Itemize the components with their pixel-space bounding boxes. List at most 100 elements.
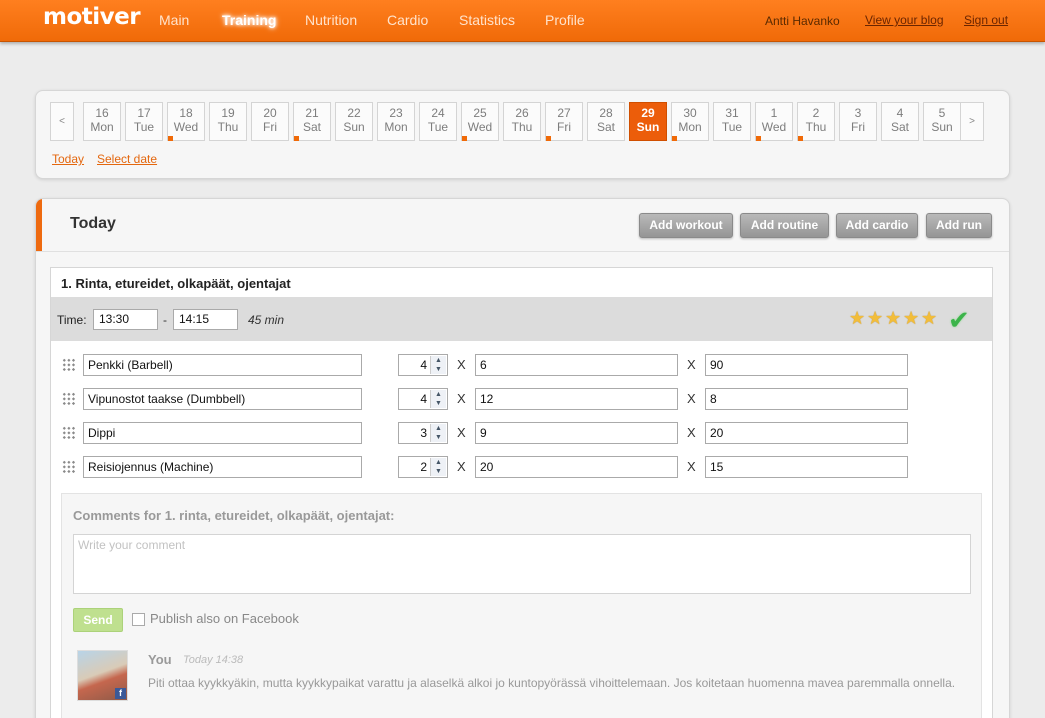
reps-input[interactable]: 6 [475, 354, 678, 376]
end-time-input[interactable]: 14:15 [173, 309, 238, 330]
day-number: 18 [179, 106, 193, 120]
sets-stepper[interactable]: 2 ▲ ▼ [398, 456, 448, 478]
day-number: 24 [431, 106, 445, 120]
check-icon[interactable]: ✔ [948, 305, 970, 336]
add-workout-button[interactable]: Add workout [639, 213, 733, 238]
day-17-tue[interactable]: 17 Tue [125, 102, 163, 141]
day-3-fri[interactable]: 3 Fri [839, 102, 877, 141]
view-blog-link[interactable]: View your blog [865, 13, 944, 27]
day-20-fri[interactable]: 20 Fri [251, 102, 289, 141]
start-time-input[interactable]: 13:30 [93, 309, 158, 330]
exercise-name-input[interactable]: Vipunostot taakse (Dumbbell) [83, 388, 362, 410]
add-cardio-button[interactable]: Add cardio [836, 213, 918, 238]
spin-down-icon[interactable]: ▼ [431, 433, 446, 442]
drag-handle-icon[interactable] [62, 358, 76, 372]
drag-handle-icon[interactable] [62, 460, 76, 474]
star-icon[interactable]: ★ [867, 308, 883, 329]
nav-cardio[interactable]: Cardio [387, 12, 428, 28]
day-number: 16 [95, 106, 109, 120]
day-2-thu[interactable]: 2 Thu [797, 102, 835, 141]
x-separator: X [687, 425, 696, 440]
spinner[interactable]: ▲ ▼ [430, 458, 446, 476]
motiver-logo[interactable]: motiver [43, 4, 141, 30]
day-1-wed[interactable]: 1 Wed [755, 102, 793, 141]
exercise-row: Vipunostot taakse (Dumbbell) 4 ▲ ▼ X 12 X 8 [51, 388, 992, 412]
workout-marker [798, 136, 803, 141]
add-run-button[interactable]: Add run [926, 213, 992, 238]
day-number: 1 [770, 106, 778, 120]
day-4-sat[interactable]: 4 Sat [881, 102, 919, 141]
drag-handle-icon[interactable] [62, 426, 76, 440]
star-icon[interactable]: ★ [921, 308, 937, 329]
day-5-sun[interactable]: 5 Sun [923, 102, 961, 141]
sign-out-link[interactable]: Sign out [964, 13, 1008, 27]
sets-stepper[interactable]: 3 ▲ ▼ [398, 422, 448, 444]
drag-handle-icon[interactable] [62, 392, 76, 406]
day-24-tue[interactable]: 24 Tue [419, 102, 457, 141]
day-27-fri[interactable]: 27 Fri [545, 102, 583, 141]
prev-days-button[interactable]: < [50, 102, 74, 141]
weight-input[interactable]: 15 [705, 456, 908, 478]
day-29-sun[interactable]: 29 Sun [629, 102, 667, 141]
day-name: Fri [557, 120, 571, 134]
facebook-checkbox[interactable] [132, 613, 145, 626]
day-22-sun[interactable]: 22 Sun [335, 102, 373, 141]
reps-input[interactable]: 12 [475, 388, 678, 410]
exercise-name-input[interactable]: Dippi [83, 422, 362, 444]
spin-down-icon[interactable]: ▼ [431, 365, 446, 374]
workout-marker [546, 136, 551, 141]
day-number: 28 [599, 106, 613, 120]
sets-stepper[interactable]: 4 ▲ ▼ [398, 354, 448, 376]
day-number: 31 [725, 106, 739, 120]
weight-input[interactable]: 20 [705, 422, 908, 444]
sets-stepper[interactable]: 4 ▲ ▼ [398, 388, 448, 410]
spinner[interactable]: ▲ ▼ [430, 356, 446, 374]
spin-down-icon[interactable]: ▼ [431, 467, 446, 476]
star-icon[interactable]: ★ [885, 308, 901, 329]
send-button[interactable]: Send [73, 608, 123, 632]
spinner[interactable]: ▲ ▼ [430, 424, 446, 442]
day-19-thu[interactable]: 19 Thu [209, 102, 247, 141]
day-26-thu[interactable]: 26 Thu [503, 102, 541, 141]
day-28-sat[interactable]: 28 Sat [587, 102, 625, 141]
spin-up-icon[interactable]: ▲ [431, 424, 446, 433]
exercise-name-input[interactable]: Reisiojennus (Machine) [83, 456, 362, 478]
reps-input[interactable]: 9 [475, 422, 678, 444]
day-31-tue[interactable]: 31 Tue [713, 102, 751, 141]
exercise-row: Dippi 3 ▲ ▼ X 9 X 20 [51, 422, 992, 446]
spinner[interactable]: ▲ ▼ [430, 390, 446, 408]
workout-card: 1. Rinta, etureidet, olkapäät, ojentajat… [50, 267, 993, 718]
x-separator: X [687, 391, 696, 406]
reps-input[interactable]: 20 [475, 456, 678, 478]
nav-statistics[interactable]: Statistics [459, 12, 515, 28]
spin-up-icon[interactable]: ▲ [431, 356, 446, 365]
nav-nutrition[interactable]: Nutrition [305, 12, 357, 28]
next-days-button[interactable]: > [960, 102, 984, 141]
star-icon[interactable]: ★ [903, 308, 919, 329]
star-icon[interactable]: ★ [849, 308, 865, 329]
workout-title[interactable]: 1. Rinta, etureidet, olkapäät, ojentajat [61, 276, 291, 291]
nav-training[interactable]: Training [222, 12, 276, 28]
day-25-wed[interactable]: 25 Wed [461, 102, 499, 141]
day-30-mon[interactable]: 30 Mon [671, 102, 709, 141]
comment-textarea[interactable]: Write your comment [73, 534, 971, 594]
spin-down-icon[interactable]: ▼ [431, 399, 446, 408]
day-18-wed[interactable]: 18 Wed [167, 102, 205, 141]
comment-text: Piti ottaa kyykkyäkin, mutta kyykkypaika… [148, 676, 956, 690]
comment-author[interactable]: You [148, 652, 172, 667]
day-21-sat[interactable]: 21 Sat [293, 102, 331, 141]
day-23-mon[interactable]: 23 Mon [377, 102, 415, 141]
spin-up-icon[interactable]: ▲ [431, 458, 446, 467]
spin-up-icon[interactable]: ▲ [431, 390, 446, 399]
select-date-link[interactable]: Select date [97, 152, 157, 166]
today-link[interactable]: Today [52, 152, 84, 166]
weight-input[interactable]: 90 [705, 354, 908, 376]
nav-profile[interactable]: Profile [545, 12, 585, 28]
day-name: Sat [302, 120, 321, 134]
day-16-mon[interactable]: 16 Mon [83, 102, 121, 141]
add-routine-button[interactable]: Add routine [740, 213, 829, 238]
nav-main[interactable]: Main [159, 12, 189, 28]
weight-input[interactable]: 8 [705, 388, 908, 410]
exercise-name-input[interactable]: Penkki (Barbell) [83, 354, 362, 376]
day-name: Sun [931, 120, 953, 134]
